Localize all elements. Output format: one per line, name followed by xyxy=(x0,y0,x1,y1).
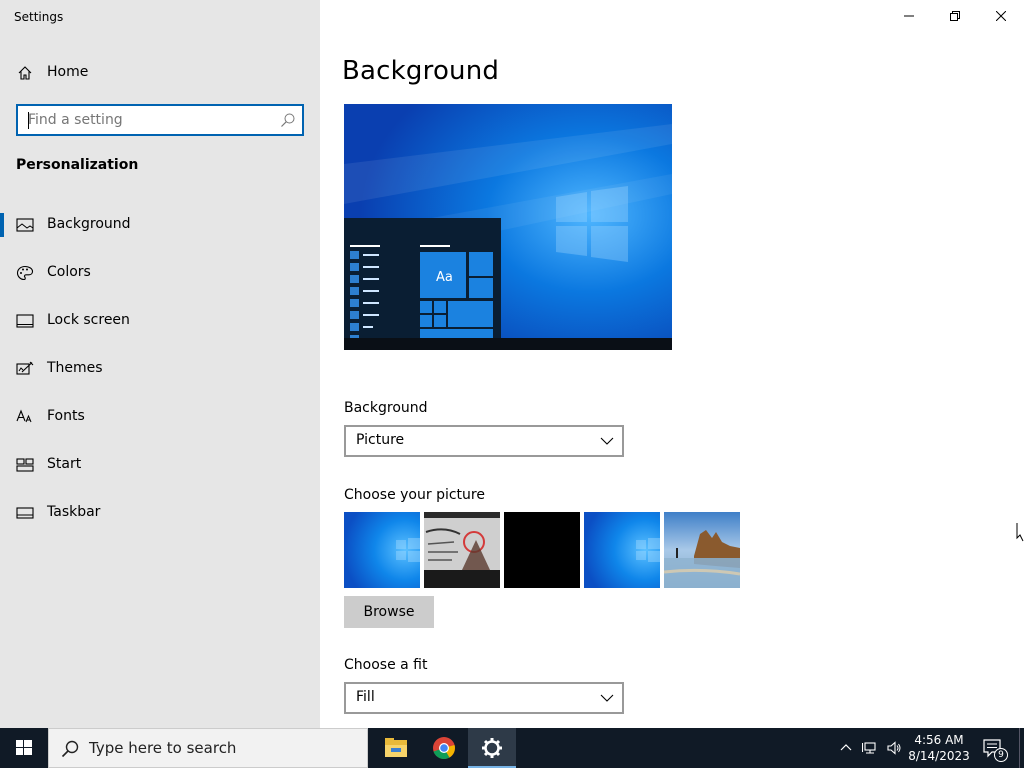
home-icon xyxy=(18,66,32,80)
clock-date: 8/14/2023 xyxy=(908,749,970,763)
fit-dropdown[interactable]: Fill xyxy=(344,682,624,714)
sidebar-item-themes[interactable]: Themes xyxy=(0,345,320,393)
show-desktop-button[interactable] xyxy=(1019,728,1020,768)
chevron-down-icon xyxy=(600,437,614,445)
themes-icon xyxy=(16,361,34,375)
volume-icon[interactable] xyxy=(886,740,902,756)
sidebar-item-label: Background xyxy=(47,216,131,232)
sidebar-item-label: Themes xyxy=(47,360,103,376)
restore-icon xyxy=(950,11,960,21)
personalization-nav: Background Colors Lock screen Themes Fon… xyxy=(0,201,320,537)
close-icon xyxy=(996,11,1006,21)
picture-thumbnail-windows-blue-2[interactable] xyxy=(584,512,660,588)
fonts-icon xyxy=(16,409,32,423)
search-icon xyxy=(61,740,79,758)
chevron-up-icon[interactable] xyxy=(838,740,854,756)
search-input[interactable] xyxy=(28,106,268,134)
app-title: Settings xyxy=(14,10,64,24)
choose-picture-label: Choose your picture xyxy=(344,487,485,503)
sidebar-item-label: Start xyxy=(47,456,82,472)
windows-wallpaper-image xyxy=(344,512,420,588)
start-button[interactable] xyxy=(0,728,48,768)
action-center-button[interactable]: 9 xyxy=(982,738,1008,762)
sidebar: Settings Home Personalization Background xyxy=(0,0,320,728)
preview-sample-text: Aa xyxy=(436,270,453,285)
lock-screen-icon xyxy=(16,314,34,328)
picture-thumbnail-beach[interactable] xyxy=(664,512,740,588)
picture-thumbnail-windows-blue-1[interactable] xyxy=(344,512,420,588)
desktop-preview-image xyxy=(344,104,672,350)
sidebar-item-fonts[interactable]: Fonts xyxy=(0,393,320,441)
home-label: Home xyxy=(47,64,89,80)
taskbar-app-settings[interactable] xyxy=(468,728,516,768)
notification-count-badge: 9 xyxy=(994,748,1008,762)
section-title: Personalization xyxy=(16,157,139,173)
sidebar-item-colors[interactable]: Colors xyxy=(0,249,320,297)
taskbar-app-chrome[interactable] xyxy=(420,728,468,768)
windows-wallpaper-image xyxy=(584,512,660,588)
network-icon[interactable] xyxy=(862,740,878,756)
minimize-button[interactable] xyxy=(886,0,932,32)
picture-thumbnail-black[interactable] xyxy=(504,512,580,588)
close-button[interactable] xyxy=(978,0,1024,32)
taskbar-search-text: Type here to search xyxy=(89,739,237,757)
sidebar-item-background[interactable]: Background xyxy=(0,201,320,249)
picture-thumbnail-photo[interactable] xyxy=(424,512,500,588)
palette-icon xyxy=(16,265,34,281)
sidebar-item-lock-screen[interactable]: Lock screen xyxy=(0,297,320,345)
sidebar-item-start[interactable]: Start xyxy=(0,441,320,489)
windows-logo-icon xyxy=(16,740,32,755)
taskbar: Type here to search 4:56 AM 8/14/2023 9 xyxy=(0,728,1024,768)
photo-image xyxy=(424,512,500,588)
page-title: Background xyxy=(342,56,500,86)
background-dropdown[interactable]: Picture xyxy=(344,425,624,457)
sidebar-item-label: Lock screen xyxy=(47,312,130,328)
mouse-cursor-icon xyxy=(1016,523,1024,542)
sidebar-item-taskbar[interactable]: Taskbar xyxy=(0,489,320,537)
settings-icon xyxy=(482,738,502,758)
background-dropdown-value: Picture xyxy=(356,432,405,448)
start-icon xyxy=(16,458,34,472)
background-preview: Aa xyxy=(344,104,672,350)
search-icon[interactable] xyxy=(280,112,296,128)
fit-dropdown-value: Fill xyxy=(356,689,375,705)
taskbar-app-file-explorer[interactable] xyxy=(372,728,420,768)
sidebar-item-label: Fonts xyxy=(47,408,85,424)
restore-button[interactable] xyxy=(932,0,978,32)
sidebar-item-label: Colors xyxy=(47,264,91,280)
sidebar-item-label: Taskbar xyxy=(47,504,101,520)
chrome-icon xyxy=(433,737,455,760)
file-explorer-icon xyxy=(385,738,407,757)
beach-rocks-image xyxy=(664,512,740,588)
home-nav-item[interactable]: Home xyxy=(0,56,320,90)
taskbar-icon xyxy=(16,507,34,519)
picture-icon xyxy=(16,218,34,232)
search-box[interactable] xyxy=(16,104,304,136)
taskbar-search-box[interactable]: Type here to search xyxy=(48,728,368,768)
minimize-icon xyxy=(904,15,914,17)
browse-button[interactable]: Browse xyxy=(344,596,434,628)
choose-fit-label: Choose a fit xyxy=(344,657,428,673)
chevron-down-icon xyxy=(600,694,614,702)
clock-time: 4:56 AM xyxy=(914,733,964,747)
system-clock[interactable]: 4:56 AM 8/14/2023 xyxy=(906,732,972,764)
background-label: Background xyxy=(344,400,428,416)
